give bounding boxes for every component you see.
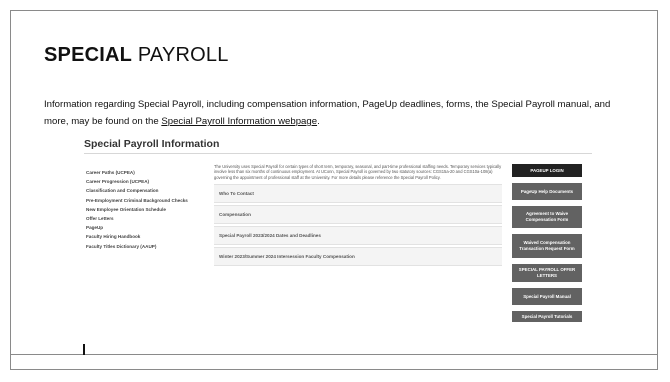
special-payroll-description: The University uses Special Payroll for … xyxy=(214,164,502,180)
sidebar-link-classification[interactable]: Classification and Compensation xyxy=(86,186,210,195)
sidebar-link-faculty-hiring[interactable]: Faculty Hiring Handbook xyxy=(86,232,210,241)
screenshot-page-title: Special Payroll Information xyxy=(84,138,220,150)
sidebar-link-offer-letters[interactable]: Offer Letters xyxy=(86,214,210,223)
slide-title-rest: PAYROLL xyxy=(132,44,229,66)
slide-title-bold: SPECIAL xyxy=(44,44,133,66)
pageup-login-button[interactable]: PAGEUP LOGIN xyxy=(512,164,582,177)
pageup-help-documents-button[interactable]: PageUp Help Documents xyxy=(512,183,582,200)
text-cursor xyxy=(83,344,85,355)
offer-letters-button[interactable]: SPECIAL PAYROLL OFFER LETTERS xyxy=(512,264,582,282)
intro-text: Information regarding Special Payroll, i… xyxy=(44,99,611,127)
accordion-compensation[interactable]: Compensation xyxy=(214,205,502,225)
special-payroll-manual-button[interactable]: Special Payroll Manual xyxy=(512,288,582,305)
waived-compensation-request-button[interactable]: Waived Compensation Transaction Request … xyxy=(512,234,582,258)
sidebar-link-career-progression[interactable]: Career Progression (UCPEA) xyxy=(86,177,210,186)
embedded-webpage-screenshot: Special Payroll Information Career Paths… xyxy=(84,136,596,356)
screenshot-button-column: PAGEUP LOGIN PageUp Help Documents Agree… xyxy=(508,164,586,328)
slide-title: SPECIAL PAYROLL xyxy=(44,44,229,67)
special-payroll-tutorials-button[interactable]: Special Payroll Tutorials xyxy=(512,311,582,322)
sidebar-link-orientation[interactable]: New Employee Orientation Schedule xyxy=(86,205,210,214)
sidebar-link-background-checks[interactable]: Pre-Employment Criminal Background Check… xyxy=(86,196,210,205)
special-payroll-webpage-link[interactable]: Special Payroll Information webpage xyxy=(161,116,317,127)
accordion-intersession-compensation[interactable]: Winter 2023/Summer 2024 Intersession Fac… xyxy=(214,247,502,267)
sidebar-link-faculty-titles[interactable]: Faculty Titles Dictionary (AAUP) xyxy=(86,242,210,251)
waive-compensation-form-button[interactable]: Agreement to Waive Compensation Form xyxy=(512,206,582,228)
sidebar-link-pageup[interactable]: PageUp xyxy=(86,223,210,232)
screenshot-main-content: The University uses Special Payroll for … xyxy=(214,164,502,268)
accordion-dates-deadlines[interactable]: Special Payroll 2023/2024 Dates and Dead… xyxy=(214,226,502,246)
screenshot-sidebar: Career Paths (UCPEA) Career Progression … xyxy=(86,168,210,251)
intro-paragraph: Information regarding Special Payroll, i… xyxy=(44,96,624,130)
intro-end: . xyxy=(317,116,320,127)
screenshot-title-divider xyxy=(84,153,592,154)
accordion-who-to-contact[interactable]: Who To Contact xyxy=(214,184,502,204)
sidebar-link-career-paths[interactable]: Career Paths (UCPEA) xyxy=(86,168,210,177)
